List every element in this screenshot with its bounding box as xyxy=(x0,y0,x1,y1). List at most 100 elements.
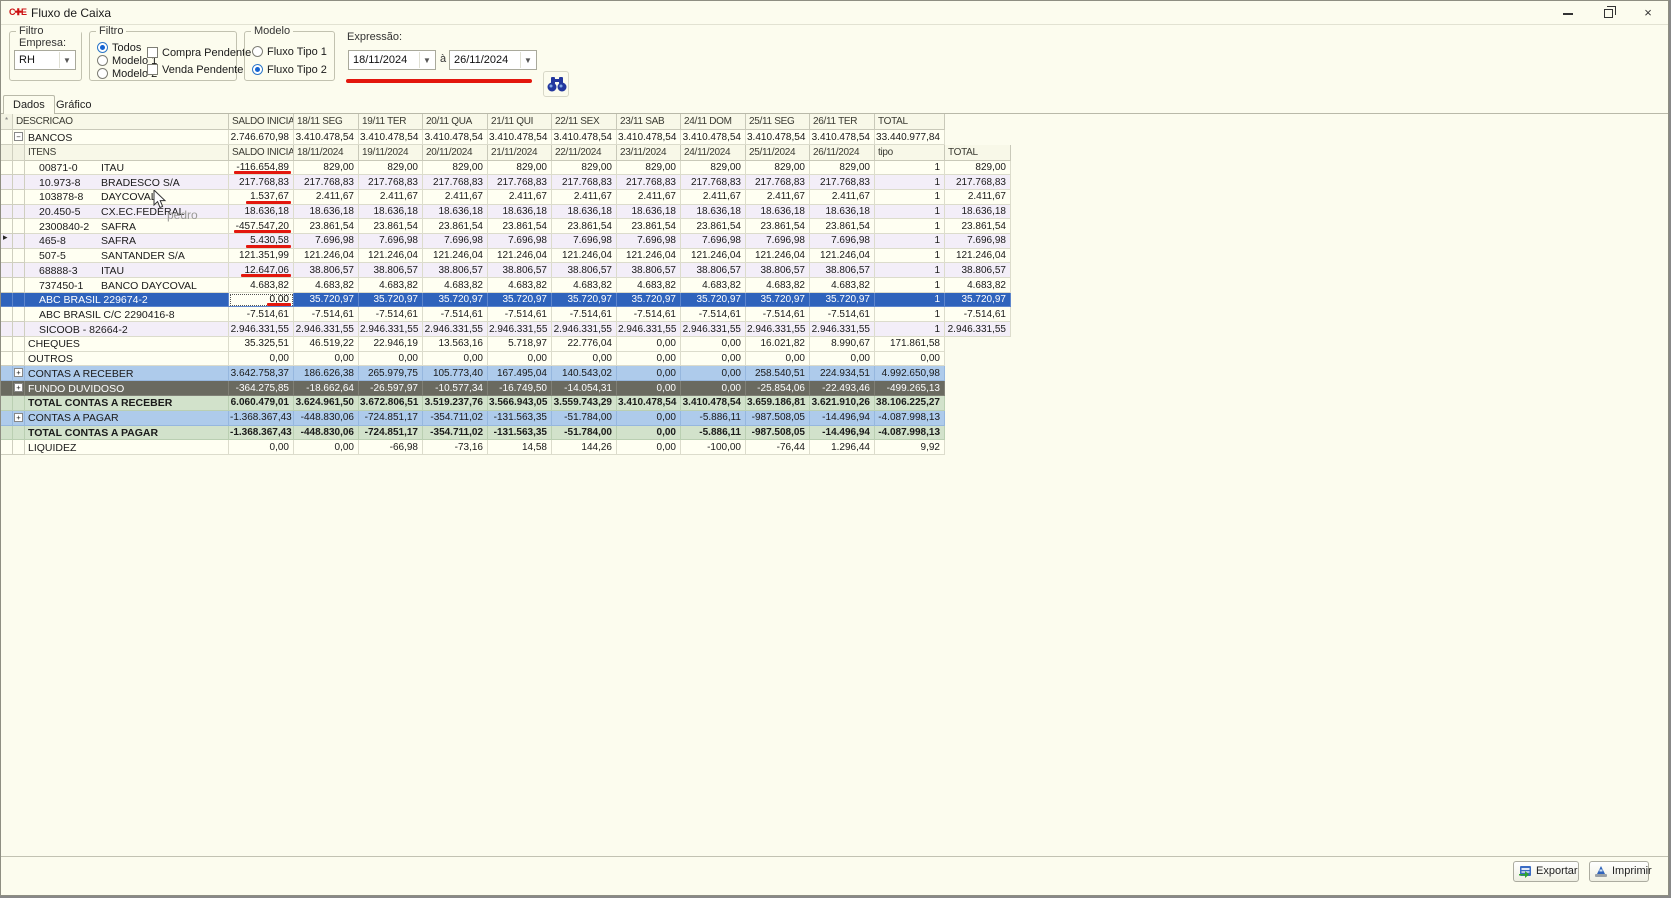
daily-value-cell[interactable]: 121.246,04 xyxy=(359,248,423,264)
daily-value-cell[interactable]: 121.246,04 xyxy=(617,248,681,264)
saldo-inicial-cell[interactable]: 1.537,67 xyxy=(229,189,294,205)
daily-value-cell[interactable]: -7.514,61 xyxy=(294,307,359,323)
daily-value-cell[interactable]: 4.683,82 xyxy=(681,278,746,293)
daily-value-cell[interactable]: 121.246,04 xyxy=(294,248,359,264)
daily-value-cell[interactable]: 18.636,18 xyxy=(810,204,875,220)
tipo-cell[interactable]: 1 xyxy=(875,160,945,176)
summary-value-cell[interactable]: -4.087.998,13 xyxy=(875,425,945,441)
daily-value-cell[interactable]: 18.636,18 xyxy=(359,204,423,220)
daily-value-cell[interactable]: 18.636,18 xyxy=(552,204,617,220)
summary-row[interactable]: + CONTAS A RECEBER 3.642.758,37 186.626,38 2… xyxy=(1,366,945,382)
radio-fluxo-tipo-1[interactable]: Fluxo Tipo 1 xyxy=(252,46,327,59)
daily-value-cell[interactable]: 38.806,57 xyxy=(294,263,359,278)
summary-value-cell[interactable]: 0,00 xyxy=(552,351,617,367)
daily-value-cell[interactable]: 121.246,04 xyxy=(423,248,488,264)
bancos-total-cell[interactable]: 33.440.977,84 xyxy=(875,130,945,145)
detail-column-header[interactable]: 22/11/2024 xyxy=(552,145,617,161)
detail-column-header[interactable]: 26/11/2024 xyxy=(810,145,875,161)
summary-value-cell[interactable]: -18.662,64 xyxy=(294,381,359,396)
detail-column-header[interactable]: SALDO INICIAL xyxy=(229,145,294,161)
daily-value-cell[interactable]: 121.246,04 xyxy=(681,248,746,264)
tipo-cell[interactable]: 1 xyxy=(875,263,945,278)
daily-value-cell[interactable]: 38.806,57 xyxy=(617,263,681,278)
daily-value-cell[interactable]: 121.246,04 xyxy=(746,248,810,264)
daily-value-cell[interactable]: 121.246,04 xyxy=(488,248,552,264)
bancos-value-cell[interactable]: 3.410.478,54 xyxy=(552,130,617,145)
detail-column-header[interactable]: 24/11/2024 xyxy=(681,145,746,161)
summary-label-cell[interactable]: TOTAL CONTAS A PAGAR xyxy=(25,425,229,441)
tipo-cell[interactable]: 1 xyxy=(875,175,945,190)
summary-value-cell[interactable]: 167.495,04 xyxy=(488,366,552,382)
daily-value-cell[interactable]: 121.246,04 xyxy=(552,248,617,264)
column-header[interactable]: 26/11 TER xyxy=(810,114,875,130)
bank-item-row[interactable]: ABC BRASIL C/C 2290416-8 -7.514,61 -7.514,… xyxy=(1,307,1011,323)
daily-value-cell[interactable]: 35.720,97 xyxy=(488,292,552,308)
bancos-value-cell[interactable]: 3.410.478,54 xyxy=(423,130,488,145)
daily-value-cell[interactable]: 7.696,98 xyxy=(488,233,552,249)
bancos-value-cell[interactable]: 3.410.478,54 xyxy=(810,130,875,145)
summary-value-cell[interactable]: -66,98 xyxy=(359,440,423,456)
bank-item-row[interactable]: 465-8 SAFRA 5.430,58 7.696,98 7.696,98 7.696,… xyxy=(1,233,1011,249)
daily-value-cell[interactable]: 23.861,54 xyxy=(359,219,423,234)
bank-item-name-cell[interactable]: 00871-0 ITAU xyxy=(25,160,229,176)
column-header[interactable]: 20/11 QUA xyxy=(423,114,488,130)
summary-row[interactable]: LIQUIDEZ 0,00 0,00 -66,98 -73,16 14,58 144,26 0… xyxy=(1,440,945,456)
saldo-inicial-cell[interactable]: 5.430,58 xyxy=(229,233,294,249)
item-total-cell[interactable]: 2.411,67 xyxy=(945,189,1011,205)
summary-value-cell[interactable]: -14.496,94 xyxy=(810,410,875,426)
daily-value-cell[interactable]: 2.411,67 xyxy=(552,189,617,205)
item-total-cell[interactable]: 38.806,57 xyxy=(945,263,1011,278)
bank-item-name-cell[interactable]: 2300840-2 SAFRA xyxy=(25,219,229,234)
summary-value-cell[interactable]: -364.275,85 xyxy=(229,381,294,396)
bank-item-row[interactable]: 10.973-8 BRADESCO S/A 217.768,83 217.768,83… xyxy=(1,175,1011,190)
daily-value-cell[interactable]: 829,00 xyxy=(488,160,552,176)
tipo-cell[interactable]: 1 xyxy=(875,248,945,264)
daily-value-cell[interactable]: 35.720,97 xyxy=(552,292,617,308)
summary-value-cell[interactable]: -26.597,97 xyxy=(359,381,423,396)
daily-value-cell[interactable]: 2.411,67 xyxy=(294,189,359,205)
saldo-inicial-cell[interactable]: -116.654,89 xyxy=(229,160,294,176)
summary-value-cell[interactable]: 105.773,40 xyxy=(423,366,488,382)
daily-value-cell[interactable]: 7.696,98 xyxy=(681,233,746,249)
daily-value-cell[interactable]: 35.720,97 xyxy=(681,292,746,308)
bancos-row[interactable]: − BANCOS 2.746.670,98 3.410.478,54 3.410.478… xyxy=(1,130,945,145)
daily-value-cell[interactable]: 2.411,67 xyxy=(488,189,552,205)
export-button[interactable]: Exportar xyxy=(1513,861,1579,882)
bank-item-name-cell[interactable]: 20.450-5 CX.EC.FEDERAL xyxy=(25,204,229,220)
bank-item-name-cell[interactable]: 465-8 SAFRA xyxy=(25,233,229,249)
column-header[interactable]: 22/11 SEX xyxy=(552,114,617,130)
summary-value-cell[interactable]: 35.325,51 xyxy=(229,336,294,352)
tipo-cell[interactable]: 1 xyxy=(875,292,945,308)
summary-value-cell[interactable]: 3.519.237,76 xyxy=(423,395,488,411)
summary-value-cell[interactable]: 3.621.910,26 xyxy=(810,395,875,411)
daily-value-cell[interactable]: 217.768,83 xyxy=(359,175,423,190)
search-button[interactable] xyxy=(543,71,569,97)
summary-value-cell[interactable]: -10.577,34 xyxy=(423,381,488,396)
summary-value-cell[interactable]: 0,00 xyxy=(681,366,746,382)
saldo-inicial-cell[interactable]: 2.946.331,55 xyxy=(229,322,294,337)
tab-grafico[interactable]: Gráfico xyxy=(47,97,100,114)
daily-value-cell[interactable]: 4.683,82 xyxy=(617,278,681,293)
bank-item-name-cell[interactable]: 103878-8 DAYCOVAL xyxy=(25,189,229,205)
summary-row[interactable]: + FUNDO DUVIDOSO -364.275,85 -18.662,64 -26.… xyxy=(1,381,945,396)
bank-item-row[interactable]: 2300840-2 SAFRA -457.547,20 23.861,54 23.861… xyxy=(1,219,1011,234)
bank-item-name-cell[interactable]: 68888-3 ITAU xyxy=(25,263,229,278)
daily-value-cell[interactable]: -7.514,61 xyxy=(617,307,681,323)
summary-label-cell[interactable]: CHEQUES xyxy=(25,336,229,352)
detail-column-header[interactable]: 25/11/2024 xyxy=(746,145,810,161)
daily-value-cell[interactable]: 2.946.331,55 xyxy=(423,322,488,337)
bank-item-name-cell[interactable]: 507-5 SANTANDER S/A xyxy=(25,248,229,264)
saldo-inicial-cell[interactable]: 0,00 xyxy=(229,292,294,308)
daily-value-cell[interactable]: 7.696,98 xyxy=(423,233,488,249)
daily-value-cell[interactable]: 18.636,18 xyxy=(681,204,746,220)
daily-value-cell[interactable]: 4.683,82 xyxy=(746,278,810,293)
tipo-cell[interactable]: 1 xyxy=(875,307,945,323)
daily-value-cell[interactable]: -7.514,61 xyxy=(359,307,423,323)
summary-value-cell[interactable]: 1.296,44 xyxy=(810,440,875,456)
bank-item-row[interactable]: SICOOB - 82664-2 2.946.331,55 2.946.331,55… xyxy=(1,322,1011,337)
summary-label-cell[interactable]: TOTAL CONTAS A RECEBER xyxy=(25,395,229,411)
summary-label-cell[interactable]: FUNDO DUVIDOSO xyxy=(25,381,229,396)
summary-value-cell[interactable]: 0,00 xyxy=(488,351,552,367)
daily-value-cell[interactable]: 23.861,54 xyxy=(488,219,552,234)
daily-value-cell[interactable]: 23.861,54 xyxy=(681,219,746,234)
